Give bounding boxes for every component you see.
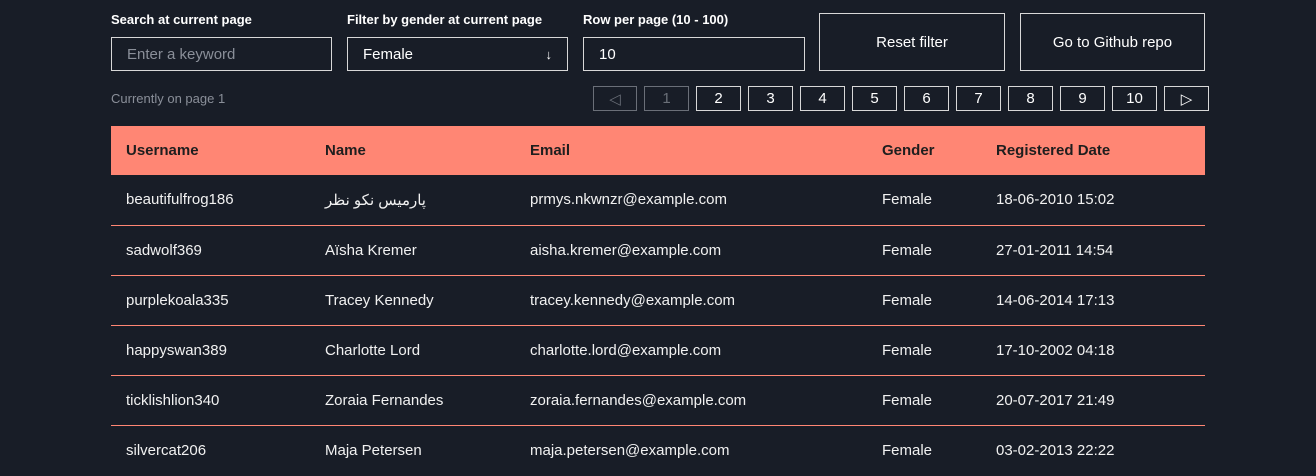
table-row: sadwolf369 Aïsha Kremer aisha.kremer@examp… <box>111 225 1205 276</box>
cell-email: prmys.nkwnzr@example.com <box>515 175 867 226</box>
cell-gender: Female <box>867 175 981 226</box>
page-button[interactable]: 6 <box>904 86 949 111</box>
page-button[interactable]: 2 <box>696 86 741 111</box>
gender-select[interactable]: Female ↓ <box>347 37 568 71</box>
cell-username: silvercat206 <box>126 441 207 459</box>
search-input[interactable] <box>111 37 332 71</box>
page-button[interactable]: 4 <box>800 86 845 111</box>
cell-username: happyswan389 <box>111 325 310 376</box>
cell-name: Tracey Kennedy <box>310 275 515 326</box>
table-row: silvercat206 Maja Petersen maja.petersen@e… <box>111 425 1205 475</box>
page-button[interactable]: 1 <box>644 86 689 111</box>
table-row: beautifulfrog186 پارمیس نکو نظر prmys.nkwn… <box>111 175 1205 226</box>
table-row: purplekoala335 Tracey Kennedy tracey.kenne… <box>111 275 1205 326</box>
cell-registered-date: 18-06-2010 15:02 <box>981 175 1205 226</box>
cell-name: پارمیس نکو نظر <box>310 175 515 226</box>
github-repo-button[interactable]: Go to Github repo <box>1020 13 1205 71</box>
cell-email: maja.petersen@example.com <box>530 441 730 459</box>
cell-username: sadwolf369 <box>111 225 310 276</box>
cell-name: Aïsha Kremer <box>310 225 515 276</box>
rows-per-page-label: Row per page (10 - 100) <box>583 12 729 27</box>
column-header-gender: Gender <box>867 126 981 175</box>
page-button[interactable]: 9 <box>1060 86 1105 111</box>
cell-gender: Female <box>867 325 981 376</box>
search-label: Search at current page <box>111 12 252 27</box>
page-button[interactable]: 5 <box>852 86 897 111</box>
table-header-row: Username Name Email Gender Registered Da… <box>111 126 1205 175</box>
table-row: happyswan389 Charlotte Lord charlotte.lord… <box>111 325 1205 376</box>
cell-gender: Female <box>867 225 981 276</box>
cell-gender: Female <box>867 375 981 426</box>
cell-registered-date: 14-06-2014 17:13 <box>981 275 1205 326</box>
cell-registered-date: 03-02-2013 22:22 <box>996 441 1115 459</box>
rows-per-page-input[interactable] <box>583 37 805 71</box>
pagination: ◁ 1 2 3 4 5 6 7 8 9 10 ▷ <box>593 86 1209 111</box>
column-header-name: Name <box>310 126 515 175</box>
current-page-info: Currently on page 1 <box>111 91 226 106</box>
cell-gender: Female <box>867 275 981 326</box>
cell-username: purplekoala335 <box>111 275 310 326</box>
gender-filter-label: Filter by gender at current page <box>347 12 543 27</box>
prev-page-button[interactable]: ◁ <box>593 86 637 111</box>
cell-username: ticklishlion340 <box>111 375 310 426</box>
column-header-registered-date: Registered Date <box>981 126 1205 175</box>
cell-name: Charlotte Lord <box>310 325 515 376</box>
column-header-username: Username <box>111 126 310 175</box>
column-header-email: Email <box>515 126 867 175</box>
page-button[interactable]: 8 <box>1008 86 1053 111</box>
reset-filter-button[interactable]: Reset filter <box>819 13 1005 71</box>
table-row: ticklishlion340 Zoraia Fernandes zoraia.fe… <box>111 375 1205 426</box>
cell-email: tracey.kennedy@example.com <box>515 275 867 326</box>
page-button[interactable]: 3 <box>748 86 793 111</box>
page-button[interactable]: 7 <box>956 86 1001 111</box>
cell-email: aisha.kremer@example.com <box>515 225 867 276</box>
cell-email: zoraia.fernandes@example.com <box>515 375 867 426</box>
gender-select-value: Female <box>363 45 414 63</box>
cell-email: charlotte.lord@example.com <box>515 325 867 376</box>
cell-registered-date: 20-07-2017 21:49 <box>981 375 1205 426</box>
cell-name: Maja Petersen <box>325 441 422 459</box>
cell-username: beautifulfrog186 <box>111 175 310 226</box>
next-page-button[interactable]: ▷ <box>1164 86 1209 111</box>
cell-name: Zoraia Fernandes <box>310 375 515 426</box>
users-table: Username Name Email Gender Registered Da… <box>111 126 1205 475</box>
cell-registered-date: 17-10-2002 04:18 <box>981 325 1205 376</box>
page-button[interactable]: 10 <box>1112 86 1157 111</box>
cell-registered-date: 27-01-2011 14:54 <box>981 225 1205 276</box>
arrow-down-icon: ↓ <box>545 46 553 62</box>
cell-gender: Female <box>882 441 933 459</box>
